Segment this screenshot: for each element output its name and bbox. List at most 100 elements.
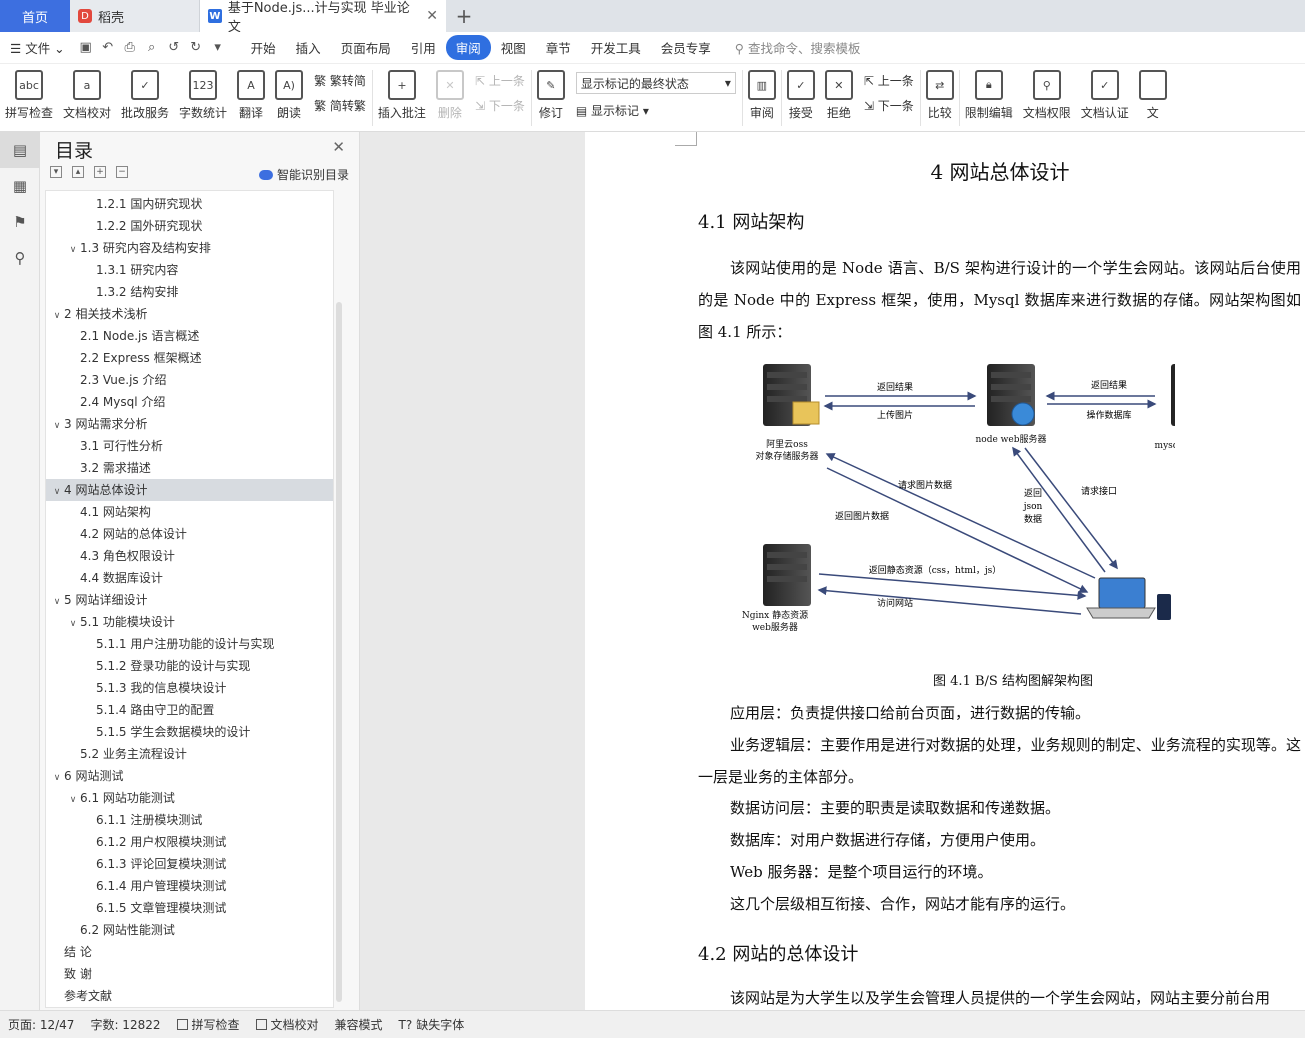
expand-icon[interactable]: ▴	[72, 166, 84, 178]
doc-certify-button[interactable]: ✓ 文档认证	[1076, 64, 1134, 121]
chevron-down-icon[interactable]: ∨	[66, 613, 80, 635]
file-menu[interactable]: ☰ 文件 ⌄	[0, 38, 75, 57]
toc-item[interactable]: ∨ 1.3 研究内容及结构安排	[46, 237, 333, 259]
toc-item[interactable]: 3.1 可行性分析	[46, 435, 333, 457]
redo-icon[interactable]: ↻	[185, 40, 207, 55]
toc-item[interactable]: 1.3.1 研究内容	[46, 259, 333, 281]
remove-heading-icon[interactable]: −	[116, 166, 128, 178]
missing-font-indicator[interactable]: T? 缺失字体	[391, 1016, 473, 1033]
toc-item[interactable]: ∨ 6.1 网站功能测试	[46, 787, 333, 809]
bookmark-icon[interactable]: ⚑	[0, 204, 40, 240]
review-pane-button[interactable]: ▥ 审阅	[743, 64, 781, 121]
status-spell-check[interactable]: 拼写检查	[169, 1016, 248, 1033]
tab-daoke[interactable]: D 稻壳	[70, 0, 200, 32]
chevron-down-icon[interactable]: ∨	[50, 591, 64, 613]
print-preview-icon[interactable]: ⌕	[141, 40, 163, 55]
trad-to-simp-button[interactable]: 繁 繁转简	[314, 72, 366, 89]
close-tab-icon[interactable]: ✕	[426, 8, 438, 24]
toc-item[interactable]: 4.2 网站的总体设计	[46, 523, 333, 545]
toc-item[interactable]: 1.2.2 国外研究现状	[46, 215, 333, 237]
toc-item[interactable]: 2.2 Express 框架概述	[46, 347, 333, 369]
batch-service-button[interactable]: ✓ 批改服务	[116, 64, 174, 121]
command-search[interactable]: ⚲ 查找命令、搜索模板	[721, 38, 861, 57]
toc-item[interactable]: 4.1 网站架构	[46, 501, 333, 523]
chevron-down-icon[interactable]: ∨	[66, 789, 80, 811]
toc-item[interactable]: 6.1.4 用户管理模块测试	[46, 875, 333, 897]
toc-item[interactable]: 5.2 业务主流程设计	[46, 743, 333, 765]
markup-state-dropdown[interactable]: 显示标记的最终状态 ▾	[575, 72, 736, 94]
menu-start[interactable]: 开始	[241, 38, 286, 57]
smart-toc-button[interactable]: 智能识别目录	[258, 166, 349, 183]
toc-item[interactable]: ∨ 2 相关技术浅析	[46, 303, 333, 325]
status-doc-proof[interactable]: 文档校对	[248, 1016, 327, 1033]
tab-document[interactable]: W 基于Node.js...计与实现 毕业论文 ✕	[200, 0, 446, 35]
menu-devtools[interactable]: 开发工具	[581, 38, 651, 57]
menu-insert[interactable]: 插入	[286, 38, 331, 57]
compat-mode-indicator[interactable]: 兼容模式	[327, 1016, 391, 1033]
toc-item[interactable]: 5.1.3 我的信息模块设计	[46, 677, 333, 699]
revise-button[interactable]: ✎ 修订	[532, 64, 570, 121]
tab-home[interactable]: 首页	[0, 0, 70, 32]
toc-item[interactable]: 5.1.5 学生会数据模块的设计	[46, 721, 333, 743]
read-aloud-button[interactable]: A) 朗读	[270, 64, 308, 121]
toc-item[interactable]: 6.1.2 用户权限模块测试	[46, 831, 333, 853]
toc-item[interactable]: ∨ 6 网站测试	[46, 765, 333, 787]
prev-comment-button[interactable]: ⇱ 上一条	[475, 72, 525, 89]
menu-member[interactable]: 会员专享	[651, 38, 721, 57]
toc-item[interactable]: 1.3.2 结构安排	[46, 281, 333, 303]
more-icon[interactable]: ▾	[207, 40, 229, 55]
menu-view[interactable]: 视图	[491, 38, 536, 57]
menu-chapter[interactable]: 章节	[536, 38, 581, 57]
toc-item[interactable]: 6.1.5 文章管理模块测试	[46, 897, 333, 919]
page-indicator[interactable]: 页面: 12/47	[0, 1016, 82, 1033]
more-ribbon-button[interactable]: 文	[1134, 64, 1172, 121]
next-comment-button[interactable]: ⇲ 下一条	[475, 97, 525, 114]
simp-to-trad-button[interactable]: 繁 简转繁	[314, 97, 366, 114]
word-count-button[interactable]: 123 字数统计	[174, 64, 232, 121]
delete-comment-button[interactable]: ✕ 删除	[431, 64, 469, 121]
doc-rights-button[interactable]: ⚲ 文档权限	[1018, 64, 1076, 121]
chevron-down-icon[interactable]: ∨	[66, 239, 80, 261]
toc-scrollbar[interactable]	[336, 302, 342, 1002]
menu-review[interactable]: 审阅	[445, 35, 491, 60]
menu-reference[interactable]: 引用	[401, 38, 446, 57]
close-icon[interactable]: ✕	[332, 138, 345, 156]
prev-change-button[interactable]: ⇱ 上一条	[864, 72, 914, 89]
toc-panel-icon[interactable]: ▤	[0, 132, 40, 168]
toc-item[interactable]: 6.1.3 评论回复模块测试	[46, 853, 333, 875]
toc-item[interactable]: 6.1.1 注册模块测试	[46, 809, 333, 831]
toc-item[interactable]: 2.3 Vue.js 介绍	[46, 369, 333, 391]
translate-button[interactable]: A 翻译	[232, 64, 270, 121]
chevron-down-icon[interactable]: ∨	[50, 305, 64, 327]
search-panel-icon[interactable]: ⚲	[0, 240, 40, 276]
toc-item[interactable]: 1.2.1 国内研究现状	[46, 193, 333, 215]
restrict-edit-button[interactable]: 🔒︎ 限制编辑	[960, 64, 1018, 121]
reject-button[interactable]: ✕ 拒绝	[820, 64, 858, 121]
toc-item[interactable]: 4.4 数据库设计	[46, 567, 333, 589]
compare-button[interactable]: ⇄ 比较	[921, 64, 959, 121]
save-icon[interactable]: ▣	[75, 40, 97, 55]
toc-item[interactable]: 参考文献	[46, 985, 333, 1007]
undo-history-icon[interactable]: ↶	[97, 40, 119, 55]
accept-button[interactable]: ✓ 接受	[782, 64, 820, 121]
toc-item[interactable]: 5.1.2 登录功能的设计与实现	[46, 655, 333, 677]
toc-item[interactable]: 6.2 网站性能测试	[46, 919, 333, 941]
spell-check-button[interactable]: abc 拼写检查	[0, 64, 58, 121]
toc-item[interactable]: 5.1.1 用户注册功能的设计与实现	[46, 633, 333, 655]
doc-proof-button[interactable]: a 文档校对	[58, 64, 116, 121]
chevron-down-icon[interactable]: ∨	[50, 481, 64, 503]
toc-item[interactable]: ∨ 5.1 功能模块设计	[46, 611, 333, 633]
toc-item[interactable]: ∨ 3 网站需求分析	[46, 413, 333, 435]
toc-item[interactable]: 5.1.4 路由守卫的配置	[46, 699, 333, 721]
toc-item[interactable]: 3.2 需求描述	[46, 457, 333, 479]
next-change-button[interactable]: ⇲ 下一条	[864, 97, 914, 114]
collapse-all-icon[interactable]: ▾	[50, 166, 62, 178]
show-markup-button[interactable]: ▤ 显示标记 ▾	[576, 102, 736, 119]
toc-item[interactable]: ∨ 5 网站详细设计	[46, 589, 333, 611]
toc-item[interactable]: 2.1 Node.js 语言概述	[46, 325, 333, 347]
undo-icon[interactable]: ↺	[163, 40, 185, 55]
toc-item[interactable]: 2.4 Mysql 介绍	[46, 391, 333, 413]
chevron-down-icon[interactable]: ∨	[50, 415, 64, 437]
menu-layout[interactable]: 页面布局	[331, 38, 401, 57]
document-page[interactable]: 4 网站总体设计 4.1 网站架构 该网站使用的是 Node 语言、B/S 架构…	[585, 132, 1305, 1010]
